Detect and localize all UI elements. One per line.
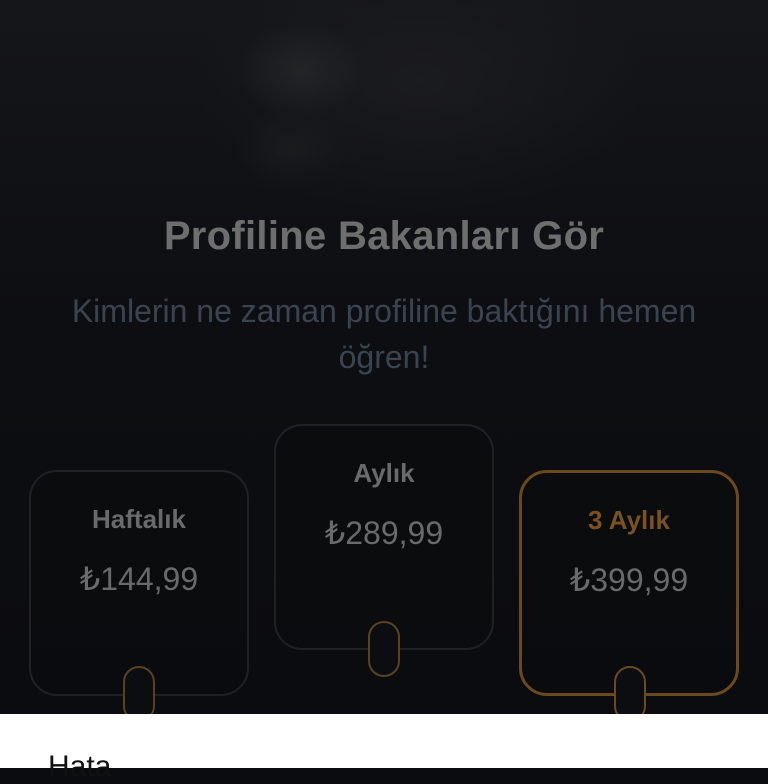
page-title: Profiline Bakanları Gör xyxy=(163,214,605,258)
plan-price: ₺399,99 xyxy=(569,562,689,598)
plan-radio-monthly[interactable] xyxy=(368,621,400,677)
plan-name: Haftalık xyxy=(92,504,186,534)
page-subtitle: Kimlerin ne zaman profiline baktığını he… xyxy=(71,293,697,375)
plan-price: ₺144,99 xyxy=(79,561,199,597)
plan-name: Aylık xyxy=(353,458,415,488)
plan-price: ₺289,99 xyxy=(324,515,444,551)
plan-name: 3 Aylık xyxy=(588,505,670,535)
error-bottom-sheet: Hata xyxy=(0,714,768,783)
plan-card-monthly[interactable]: Aylık ₺289,99 xyxy=(274,424,494,650)
plan-card-weekly[interactable]: Haftalık ₺144,99 xyxy=(29,470,249,696)
error-sheet-title: Hata xyxy=(48,750,112,783)
plan-card-3-months[interactable]: 3 Aylık ₺399,99 xyxy=(519,470,739,696)
